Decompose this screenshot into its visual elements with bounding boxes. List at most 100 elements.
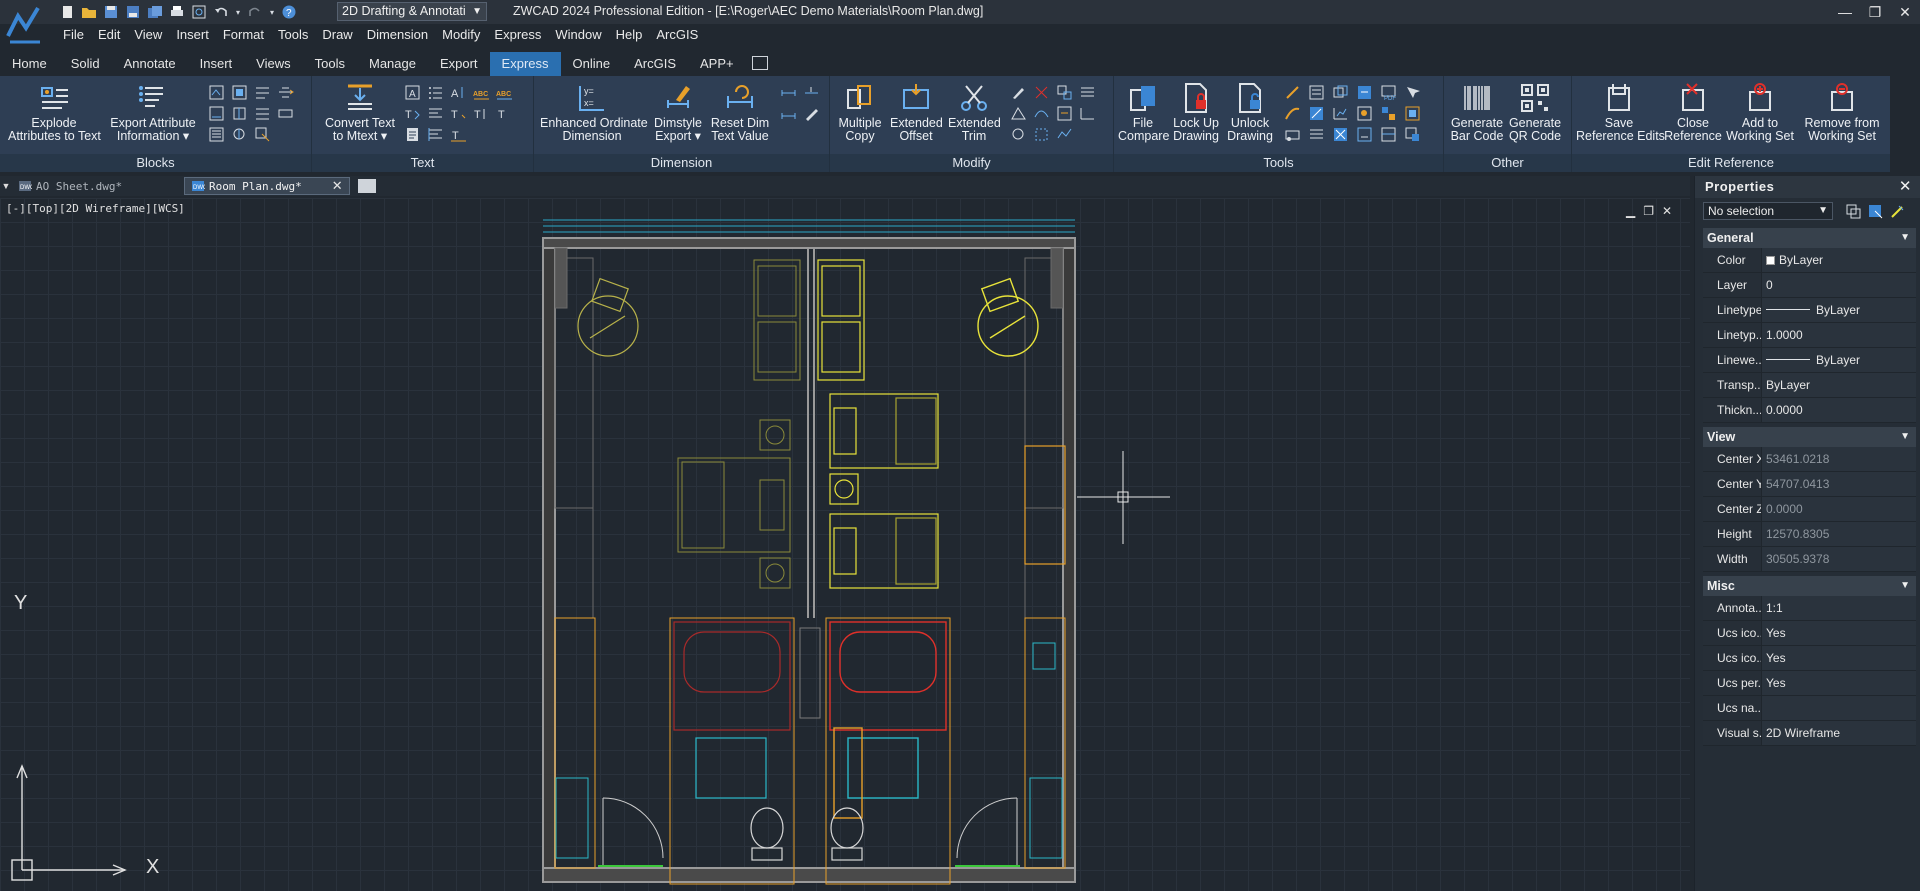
tool-icon[interactable]: PDF <box>1380 84 1397 101</box>
menu-modify[interactable]: Modify <box>435 24 487 46</box>
tool-icon[interactable] <box>1308 126 1325 143</box>
block-tool-icon[interactable] <box>254 126 271 143</box>
prop-row-ucs-name[interactable]: Ucs na... <box>1703 696 1916 721</box>
close-tab-icon[interactable]: ✕ <box>332 178 343 194</box>
tab-solid[interactable]: Solid <box>59 52 112 76</box>
prop-row-transparency[interactable]: Transp... ByLayer <box>1703 373 1916 398</box>
block-tool-icon[interactable] <box>208 126 225 143</box>
modify-tool-icon[interactable] <box>1056 105 1073 122</box>
section-header-misc[interactable]: Misc ▼ <box>1703 576 1916 596</box>
modify-tool-icon[interactable] <box>1033 84 1050 101</box>
explode-attributes-button[interactable]: Explode Attributes to Text <box>8 82 101 143</box>
text-tool-icon[interactable] <box>427 84 444 101</box>
reset-dim-text-button[interactable]: Reset Dim Text Value <box>708 82 772 143</box>
prop-value[interactable]: ByLayer <box>1761 298 1916 322</box>
modify-tool-icon[interactable] <box>1079 105 1096 122</box>
tool-icon[interactable] <box>1404 105 1421 122</box>
close-icon[interactable]: ✕ <box>1890 0 1920 24</box>
tool-icon[interactable] <box>1284 84 1301 101</box>
undo-icon[interactable] <box>212 3 230 21</box>
unlock-drawing-button[interactable]: Unlock Drawing <box>1224 82 1276 143</box>
text-tool-icon[interactable]: A <box>450 84 467 101</box>
tab-manage[interactable]: Manage <box>357 52 428 76</box>
prop-value[interactable]: 0 <box>1761 273 1916 297</box>
dim-tool-icon[interactable] <box>780 105 797 122</box>
tab-home[interactable]: Home <box>0 52 59 76</box>
tab-annotate[interactable]: Annotate <box>112 52 188 76</box>
prop-row-ucs-per-viewport[interactable]: Ucs per...Yes <box>1703 671 1916 696</box>
section-header-view[interactable]: View ▼ <box>1703 427 1916 447</box>
menu-edit[interactable]: Edit <box>91 24 127 46</box>
export-attribute-button[interactable]: Export Attribute Information ▾ <box>108 82 198 143</box>
modify-tool-icon[interactable] <box>1056 126 1073 143</box>
section-header-general[interactable]: General ▼ <box>1703 228 1916 248</box>
convert-text-button[interactable]: Convert Text to Mtext ▾ <box>320 82 400 143</box>
prop-value[interactable]: Yes <box>1761 646 1916 670</box>
text-tool-icon[interactable]: T <box>450 105 467 122</box>
prop-value[interactable]: ByLayer <box>1761 373 1916 397</box>
text-tool-icon[interactable]: T <box>496 105 513 122</box>
save-as-icon[interactable] <box>124 3 142 21</box>
block-tool-icon[interactable] <box>254 84 271 101</box>
modify-tool-icon[interactable] <box>1010 105 1027 122</box>
tool-icon[interactable] <box>1380 126 1397 143</box>
restore-icon[interactable]: ❐ <box>1860 0 1890 24</box>
dimstyle-export-button[interactable]: Dimstyle Export ▾ <box>648 82 708 143</box>
prop-row-lineweight[interactable]: Linewe... ByLayer <box>1703 348 1916 373</box>
tool-icon[interactable] <box>1332 84 1349 101</box>
prop-row-annotation-scale[interactable]: Annota... 1:1 <box>1703 596 1916 621</box>
menu-dimension[interactable]: Dimension <box>360 24 435 46</box>
generate-bar-code-button[interactable]: Generate Bar Code <box>1450 82 1504 143</box>
block-tool-icon[interactable] <box>208 84 225 101</box>
text-tool-icon[interactable] <box>404 126 421 143</box>
help-icon[interactable]: ? <box>280 3 298 21</box>
remove-from-working-set-button[interactable]: Remove from Working Set <box>1798 82 1886 143</box>
plot-icon[interactable] <box>168 3 186 21</box>
tab-online[interactable]: Online <box>561 52 623 76</box>
block-tool-icon[interactable] <box>254 105 271 122</box>
modify-tool-icon[interactable] <box>1056 84 1073 101</box>
block-tool-icon[interactable] <box>231 84 248 101</box>
text-tool-icon[interactable]: T <box>473 105 490 122</box>
tab-tools[interactable]: Tools <box>303 52 357 76</box>
drawing-canvas[interactable]: [-][Top][2D Wireframe][WCS] ▁ ❐ ✕ Y X <box>0 198 1690 891</box>
add-to-working-set-button[interactable]: Add to Working Set <box>1726 82 1794 143</box>
tool-icon[interactable] <box>1356 126 1373 143</box>
close-panel-icon[interactable]: ✕ <box>1899 176 1912 198</box>
menu-arcgis[interactable]: ArcGIS <box>649 24 705 46</box>
save-reference-edits-button[interactable]: Save Reference Edits <box>1576 82 1665 143</box>
extended-offset-button[interactable]: Extended Offset <box>890 82 943 143</box>
prop-row-linetype[interactable]: Linetype ByLayer <box>1703 298 1916 323</box>
prop-value[interactable] <box>1761 696 1916 720</box>
menu-view[interactable]: View <box>127 24 169 46</box>
text-tool-icon[interactable]: ABC <box>473 84 490 101</box>
tool-icon[interactable] <box>1308 105 1325 122</box>
menu-express[interactable]: Express <box>487 24 548 46</box>
prop-value[interactable]: 2D Wireframe <box>1761 721 1916 745</box>
block-tool-icon[interactable] <box>231 126 248 143</box>
save-icon[interactable] <box>102 3 120 21</box>
selection-dropdown[interactable]: No selection ▼ <box>1703 202 1833 220</box>
generate-qr-code-button[interactable]: Generate QR Code <box>1508 82 1562 143</box>
tool-icon[interactable] <box>1332 126 1349 143</box>
redo-dropdown-icon[interactable]: ▾ <box>268 3 276 21</box>
tool-icon[interactable] <box>1380 105 1397 122</box>
doc-tab-ao-sheet[interactable]: DWG AO Sheet.dwg* <box>12 177 184 195</box>
text-tool-icon[interactable]: A <box>404 84 421 101</box>
multiple-copy-button[interactable]: Multiple Copy <box>836 82 884 143</box>
text-tool-icon[interactable] <box>427 105 444 122</box>
block-tool-icon[interactable] <box>277 84 294 101</box>
tool-icon[interactable] <box>1404 126 1421 143</box>
tab-export[interactable]: Export <box>428 52 490 76</box>
menu-tools[interactable]: Tools <box>271 24 315 46</box>
menu-help[interactable]: Help <box>609 24 650 46</box>
block-tool-icon[interactable] <box>231 105 248 122</box>
file-compare-button[interactable]: File Compare <box>1118 82 1169 143</box>
block-tool-icon[interactable] <box>208 105 225 122</box>
quick-select-icon[interactable] <box>1889 203 1906 220</box>
minimize-icon[interactable]: — <box>1830 0 1860 24</box>
modify-tool-icon[interactable] <box>1033 105 1050 122</box>
menu-insert[interactable]: Insert <box>169 24 216 46</box>
prop-row-ucs-icon-origin[interactable]: Ucs ico...Yes <box>1703 646 1916 671</box>
prop-value[interactable]: 0.0000 <box>1761 398 1916 422</box>
